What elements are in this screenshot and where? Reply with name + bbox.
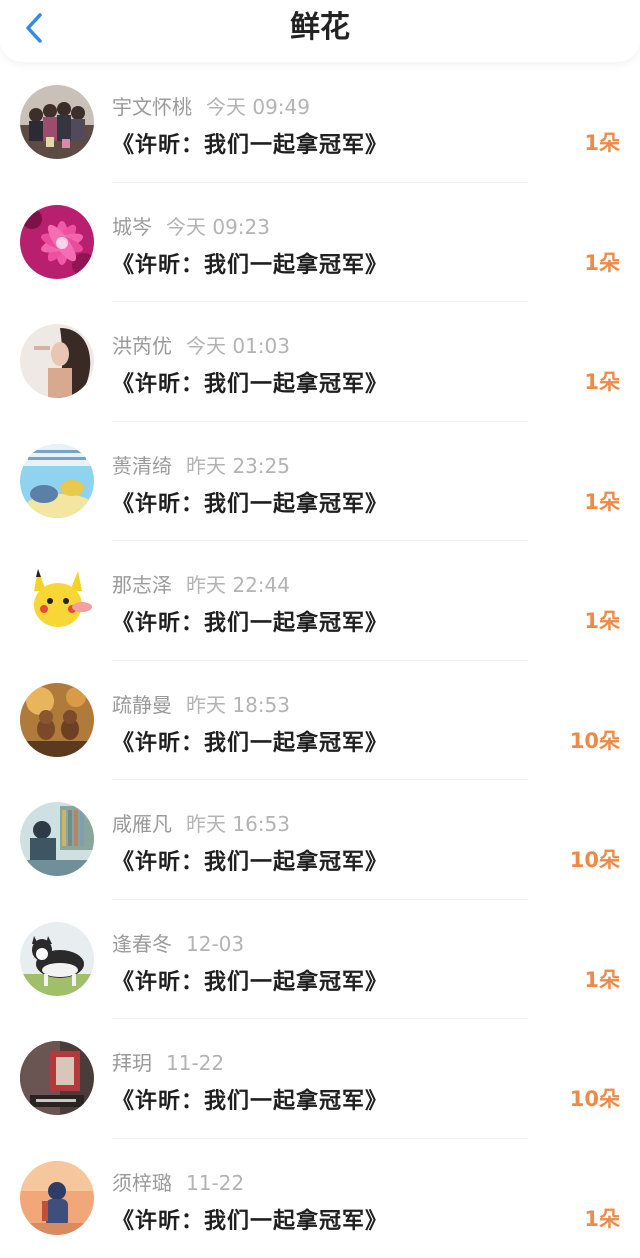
item-meta: 洪芮优今天 01:03 <box>112 330 290 359</box>
timestamp: 今天 01:03 <box>186 334 290 358</box>
item-meta: 宇文怀桃今天 09:49 <box>112 91 310 120</box>
timestamp: 今天 09:23 <box>166 215 270 239</box>
item-meta: 城岑今天 09:23 <box>112 211 270 240</box>
avatar[interactable] <box>20 1161 94 1235</box>
list-item[interactable]: 须梓璐 11-22 《许昕：我们一起拿冠军》 1朵 <box>0 1139 640 1258</box>
flower-count: 10朵 <box>570 844 620 874</box>
flower-count: 1朵 <box>584 964 620 994</box>
list-item[interactable]: 洪芮优今天 01:03 《许昕：我们一起拿冠军》 1朵 <box>0 302 640 422</box>
list-item[interactable]: 逢春冬 12-03 《许昕：我们一起拿冠军》 1朵 <box>0 900 640 1020</box>
sender-name[interactable]: 拜玥 <box>112 1051 152 1075</box>
item-meta: 逢春冬 12-03 <box>112 928 244 957</box>
list-item[interactable]: 宇文怀桃今天 09:49 《许昕：我们一起拿冠军》 1朵 <box>0 63 640 183</box>
item-meta: 拜玥 11-22 <box>112 1047 224 1076</box>
avatar[interactable] <box>20 324 94 398</box>
timestamp: 昨天 23:25 <box>186 454 290 478</box>
avatar[interactable] <box>20 205 94 279</box>
sender-name[interactable]: 逢春冬 <box>112 932 172 956</box>
sender-name[interactable]: 疏静曼 <box>112 693 172 717</box>
flower-count: 1朵 <box>584 1203 620 1233</box>
book-title[interactable]: 《许昕：我们一起拿冠军》 <box>112 1083 388 1115</box>
timestamp: 昨天 18:53 <box>186 693 290 717</box>
sender-name[interactable]: 宇文怀桃 <box>112 95 192 119</box>
item-meta: 那志泽昨天 22:44 <box>112 569 290 598</box>
sender-name[interactable]: 那志泽 <box>112 573 172 597</box>
sender-name[interactable]: 城岑 <box>112 215 152 239</box>
flower-count: 1朵 <box>584 247 620 277</box>
book-title[interactable]: 《许昕：我们一起拿冠军》 <box>112 366 388 398</box>
timestamp: 11-22 <box>166 1051 224 1075</box>
item-meta: 咸雁凡昨天 16:53 <box>112 808 290 837</box>
timestamp: 昨天 22:44 <box>186 573 290 597</box>
list-item[interactable]: 蒉清绮昨天 23:25 《许昕：我们一起拿冠军》 1朵 <box>0 422 640 542</box>
item-meta: 蒉清绮昨天 23:25 <box>112 450 290 479</box>
list-item[interactable]: 咸雁凡昨天 16:53 《许昕：我们一起拿冠军》 10朵 <box>0 780 640 900</box>
book-title[interactable]: 《许昕：我们一起拿冠军》 <box>112 844 388 876</box>
flower-count: 1朵 <box>584 605 620 635</box>
avatar[interactable] <box>20 444 94 518</box>
timestamp: 昨天 16:53 <box>186 812 290 836</box>
flower-count: 1朵 <box>584 486 620 516</box>
avatar[interactable] <box>20 683 94 757</box>
avatar[interactable] <box>20 802 94 876</box>
book-title[interactable]: 《许昕：我们一起拿冠军》 <box>112 725 388 757</box>
sender-name[interactable]: 咸雁凡 <box>112 812 172 836</box>
book-title[interactable]: 《许昕：我们一起拿冠军》 <box>112 605 388 637</box>
book-title[interactable]: 《许昕：我们一起拿冠军》 <box>112 486 388 518</box>
flower-count: 1朵 <box>584 366 620 396</box>
page-title: 鲜花 <box>0 8 640 48</box>
sender-name[interactable]: 须梓璐 <box>112 1171 172 1195</box>
avatar[interactable] <box>20 922 94 996</box>
avatar[interactable] <box>20 563 94 637</box>
item-meta: 疏静曼昨天 18:53 <box>112 689 290 718</box>
book-title[interactable]: 《许昕：我们一起拿冠军》 <box>112 247 388 279</box>
sender-name[interactable]: 蒉清绮 <box>112 454 172 478</box>
flower-count: 1朵 <box>584 127 620 157</box>
list-item[interactable]: 城岑今天 09:23 《许昕：我们一起拿冠军》 1朵 <box>0 183 640 303</box>
flower-count: 10朵 <box>570 725 620 755</box>
list-item[interactable]: 那志泽昨天 22:44 《许昕：我们一起拿冠军》 1朵 <box>0 541 640 661</box>
avatar[interactable] <box>20 1041 94 1115</box>
list-item[interactable]: 疏静曼昨天 18:53 《许昕：我们一起拿冠军》 10朵 <box>0 661 640 781</box>
timestamp: 今天 09:49 <box>206 95 310 119</box>
item-meta: 须梓璐 11-22 <box>112 1167 244 1196</box>
book-title[interactable]: 《许昕：我们一起拿冠军》 <box>112 964 388 996</box>
flower-count: 10朵 <box>570 1083 620 1113</box>
list-item[interactable]: 拜玥 11-22 《许昕：我们一起拿冠军》 10朵 <box>0 1019 640 1139</box>
book-title[interactable]: 《许昕：我们一起拿冠军》 <box>112 1203 388 1235</box>
timestamp: 11-22 <box>186 1171 244 1195</box>
flower-list: 宇文怀桃今天 09:49 《许昕：我们一起拿冠军》 1朵 城岑今天 09:2 <box>0 63 640 1258</box>
avatar[interactable] <box>20 85 94 159</box>
sender-name[interactable]: 洪芮优 <box>112 334 172 358</box>
top-bar: 鲜花 <box>0 0 640 62</box>
book-title[interactable]: 《许昕：我们一起拿冠军》 <box>112 127 388 159</box>
timestamp: 12-03 <box>186 932 244 956</box>
